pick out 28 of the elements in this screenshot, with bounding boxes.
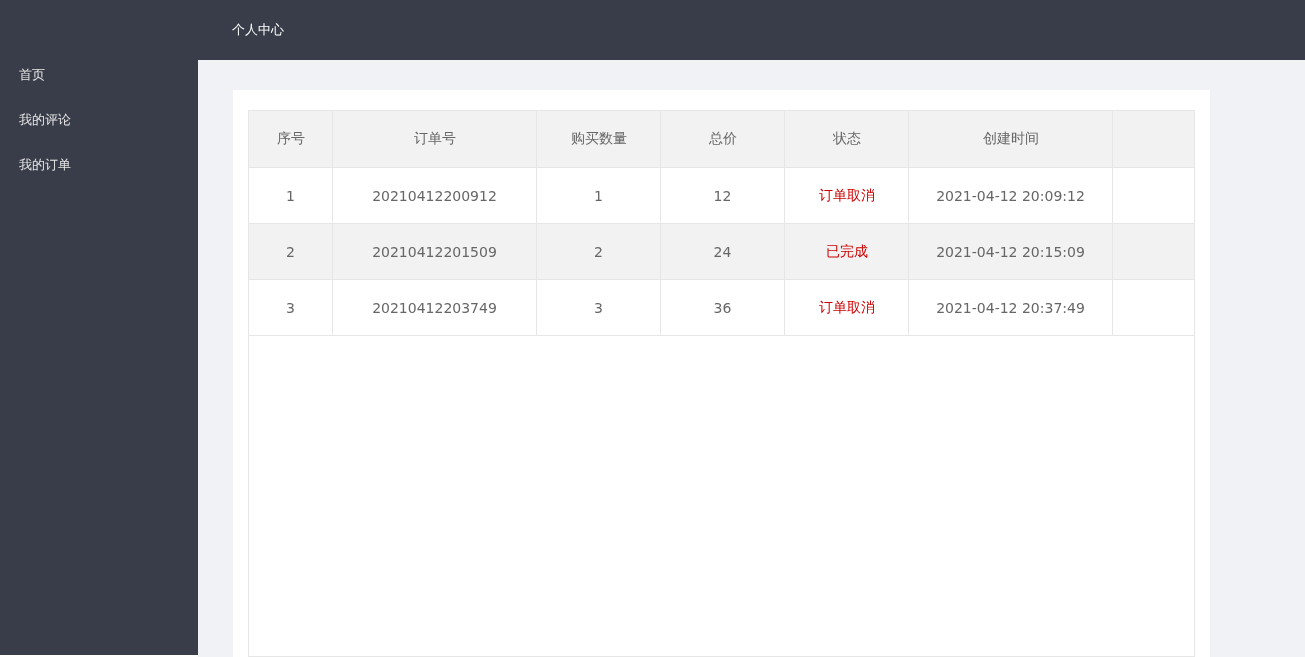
column-header: 订单号 <box>332 110 537 168</box>
status-cell: 已完成 <box>784 223 909 280</box>
column-header: 总价 <box>660 110 785 168</box>
table-cell: 36 <box>660 279 785 336</box>
table-cell: 12 <box>660 167 785 224</box>
table-cell: 2021-04-12 20:09:12 <box>908 167 1113 224</box>
table-cell: 2021-04-12 20:15:09 <box>908 223 1113 280</box>
table-cell: 20210412203749 <box>332 279 537 336</box>
page-title: 个人中心 <box>232 21 284 39</box>
column-header: 序号 <box>248 110 333 168</box>
column-header: 状态 <box>784 110 909 168</box>
table-cell: 3 <box>536 279 661 336</box>
table-cell: 2 <box>248 223 333 280</box>
table-cell: 2 <box>536 223 661 280</box>
table-cell: 3 <box>248 279 333 336</box>
status-cell: 订单取消 <box>784 279 909 336</box>
sidebar-item[interactable]: 我的评论 <box>0 97 198 142</box>
sidebar-item[interactable]: 我的订单 <box>0 142 198 187</box>
table-cell: 1 <box>536 167 661 224</box>
table-cell: 1 <box>248 167 333 224</box>
table-cell: 24 <box>660 223 785 280</box>
table-cell: 20210412200912 <box>332 167 537 224</box>
table-cell: 20210412201509 <box>332 223 537 280</box>
status-cell: 订单取消 <box>784 167 909 224</box>
sidebar-item[interactable]: 首页 <box>0 52 198 97</box>
column-header: 创建时间 <box>908 110 1113 168</box>
table-cell: 2021-04-12 20:37:49 <box>908 279 1113 336</box>
column-header: 购买数量 <box>536 110 661 168</box>
